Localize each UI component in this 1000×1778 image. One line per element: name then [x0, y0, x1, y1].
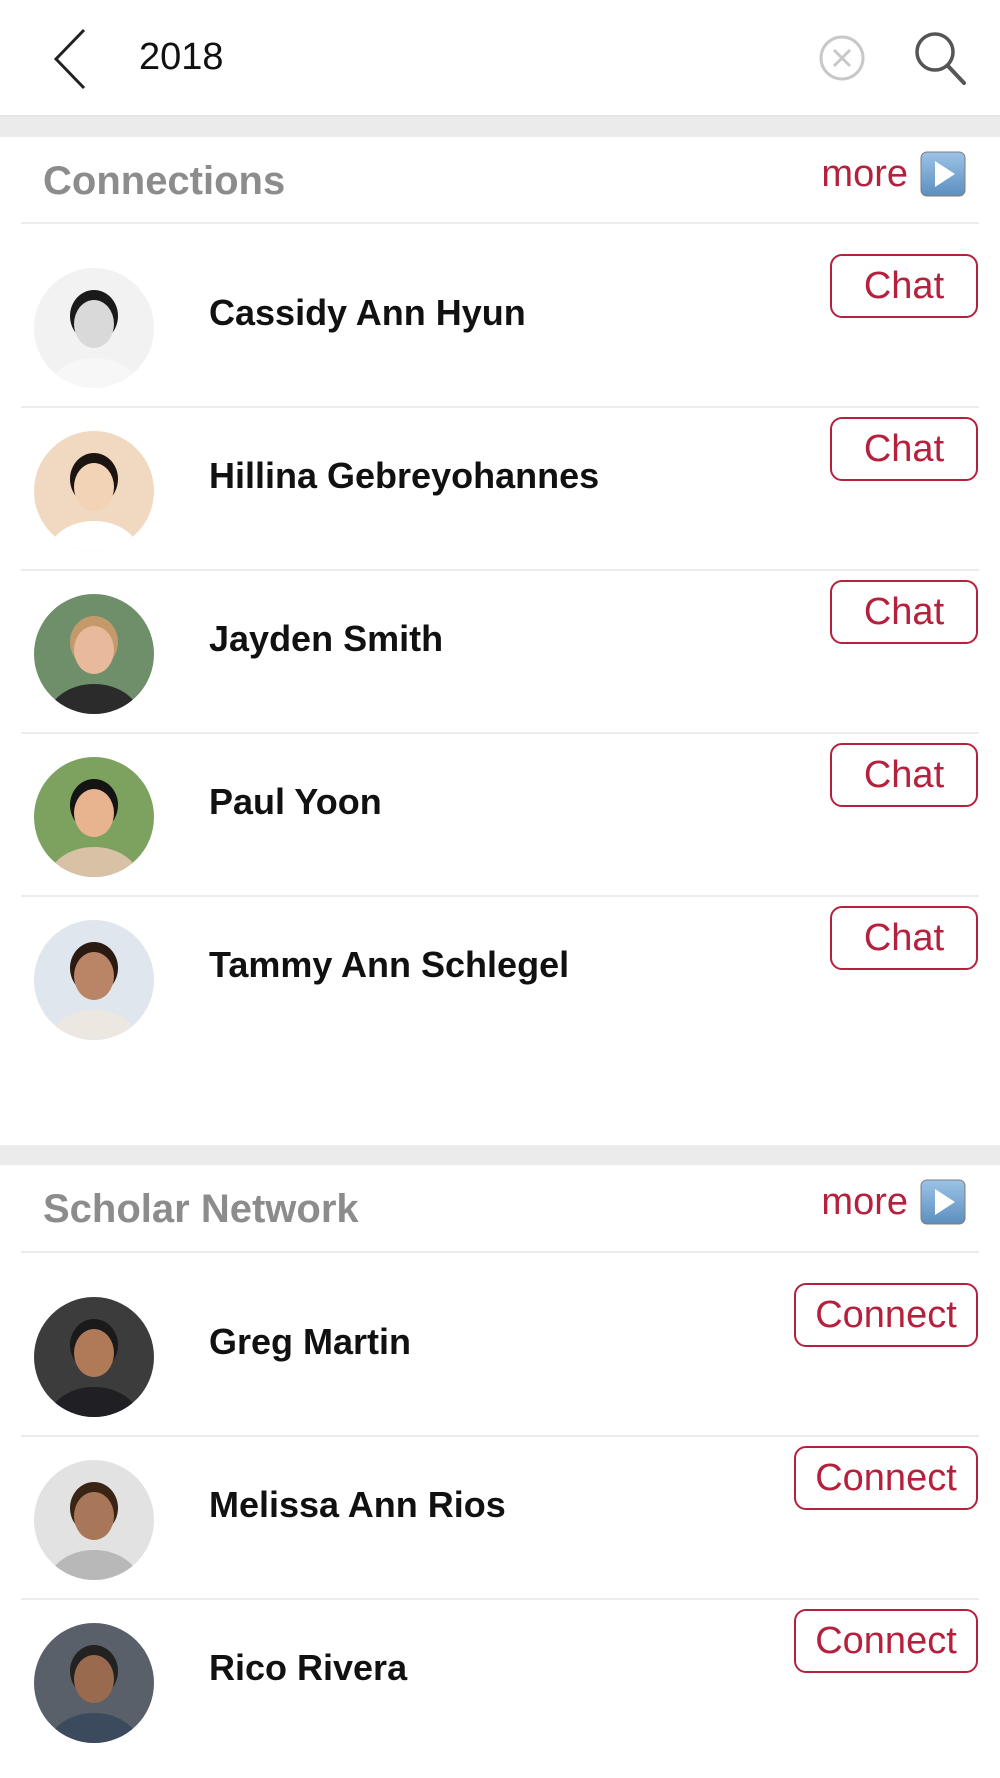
- scholar-network-header: Scholar Network more: [0, 1165, 1000, 1251]
- scholar-network-more-link[interactable]: more: [821, 1179, 966, 1225]
- section-title: Connections: [43, 159, 286, 203]
- section-separator: [0, 1145, 1000, 1165]
- list-item[interactable]: Paul Yoon Chat: [0, 713, 1000, 897]
- avatar: [34, 1623, 154, 1743]
- chat-button[interactable]: Chat: [830, 254, 978, 318]
- person-name: Rico Rivera: [209, 1647, 408, 1688]
- search-icon: [915, 32, 966, 85]
- avatar: [34, 268, 154, 388]
- person-name: Melissa Ann Rios: [209, 1484, 506, 1525]
- connections-more-link[interactable]: more: [821, 151, 966, 197]
- chevron-left-icon: [53, 28, 86, 90]
- avatar: [34, 594, 154, 714]
- connect-button[interactable]: Connect: [794, 1446, 978, 1510]
- chat-button[interactable]: Chat: [830, 580, 978, 644]
- search-bar: 2018: [0, 0, 1000, 117]
- connect-button[interactable]: Connect: [794, 1283, 978, 1347]
- search-button[interactable]: [912, 28, 968, 90]
- avatar: [34, 757, 154, 877]
- list-item[interactable]: Greg Martin Connect: [0, 1253, 1000, 1437]
- person-name: Cassidy Ann Hyun: [209, 292, 526, 333]
- chat-button[interactable]: Chat: [830, 743, 978, 807]
- back-button[interactable]: [48, 26, 94, 92]
- avatar: [34, 1297, 154, 1417]
- more-label: more: [821, 1180, 908, 1223]
- list-item[interactable]: Hillina Gebreyohannes Chat: [0, 387, 1000, 571]
- avatar: [34, 1460, 154, 1580]
- play-arrow-icon: [920, 151, 966, 197]
- clear-search-button[interactable]: [818, 34, 866, 82]
- person-name: Jayden Smith: [209, 618, 444, 659]
- list-item[interactable]: Rico Rivera Connect: [0, 1579, 1000, 1763]
- list-item[interactable]: Tammy Ann Schlegel Chat: [0, 876, 1000, 1060]
- avatar: [34, 431, 154, 551]
- chat-button[interactable]: Chat: [830, 417, 978, 481]
- list-item[interactable]: Melissa Ann Rios Connect: [0, 1416, 1000, 1600]
- section-separator: [0, 117, 1000, 137]
- connections-header: Connections more: [0, 137, 1000, 223]
- person-name: Paul Yoon: [209, 781, 382, 822]
- section-title: Scholar Network: [43, 1187, 359, 1231]
- list-item[interactable]: Cassidy Ann Hyun Chat: [0, 224, 1000, 408]
- chat-button[interactable]: Chat: [830, 906, 978, 970]
- person-name: Greg Martin: [209, 1321, 412, 1362]
- more-label: more: [821, 152, 908, 195]
- list-item[interactable]: Jayden Smith Chat: [0, 550, 1000, 734]
- clear-circle-x-icon: [819, 35, 865, 81]
- connect-button[interactable]: Connect: [794, 1609, 978, 1673]
- person-name: Hillina Gebreyohannes: [209, 455, 600, 496]
- person-name: Tammy Ann Schlegel: [209, 944, 570, 985]
- search-input[interactable]: 2018: [139, 36, 224, 79]
- avatar: [34, 920, 154, 1040]
- play-arrow-icon: [920, 1179, 966, 1225]
